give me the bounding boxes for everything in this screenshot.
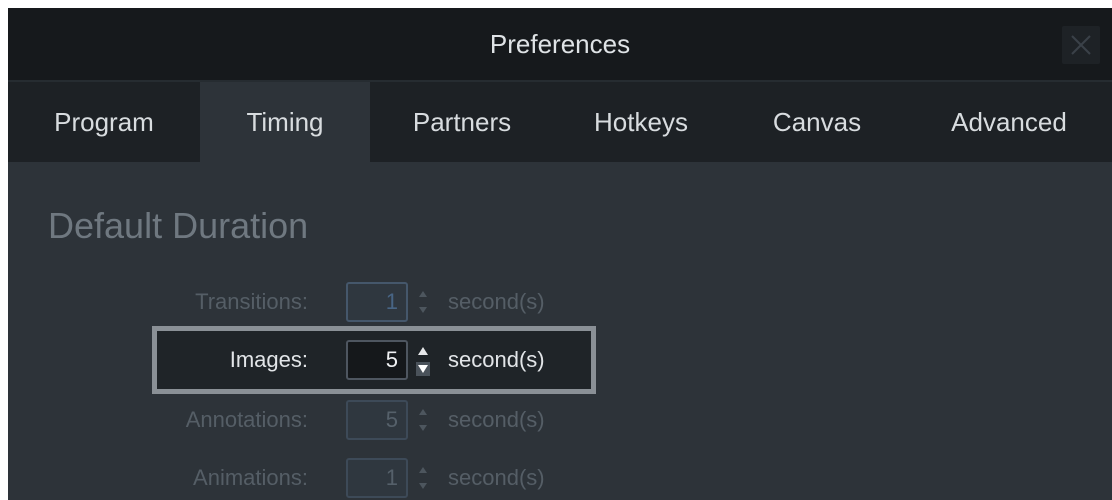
transitions-unit: second(s) [448, 289, 545, 314]
images-unit: second(s) [448, 347, 545, 372]
annotations-label: Annotations: [185, 407, 308, 432]
tab-hotkeys[interactable]: Hotkeys [554, 82, 728, 162]
transitions-label: Transitions: [195, 289, 308, 314]
transitions-input[interactable]: 1 [346, 282, 408, 322]
stepper-arrows-icon [419, 409, 427, 431]
stepper-arrows-icon [419, 467, 427, 489]
animations-stepper[interactable] [414, 458, 432, 498]
animations-input[interactable]: 1 [346, 458, 408, 498]
animations-value: 1 [385, 465, 398, 490]
annotations-stepper[interactable] [414, 400, 432, 440]
tab-advanced[interactable]: Advanced [906, 82, 1112, 162]
animations-unit: second(s) [448, 465, 545, 490]
stepper-arrows-icon [419, 291, 427, 313]
window-title: Preferences [489, 29, 631, 59]
close-button[interactable] [1062, 26, 1100, 64]
preferences-dialog: Preferences Program Timing Partners Hotk… [8, 8, 1112, 500]
images-input[interactable]: 5 [346, 340, 408, 380]
animations-label: Animations: [193, 465, 308, 490]
duration-row-transitions: Transitions: 1 second(s) [8, 280, 1112, 324]
annotations-value: 5 [385, 407, 398, 432]
tab-canvas[interactable]: Canvas [728, 82, 906, 162]
close-icon [1071, 35, 1091, 55]
images-label: Images: [229, 347, 308, 372]
duration-row-annotations: Annotations: 5 second(s) [8, 398, 1112, 442]
duration-row-animations: Animations: 1 second(s) [8, 456, 1112, 500]
tab-partners[interactable]: Partners [370, 82, 554, 162]
title-bar: Preferences [8, 8, 1112, 82]
tab-program[interactable]: Program [8, 82, 200, 162]
transitions-stepper[interactable] [414, 282, 432, 322]
annotations-unit: second(s) [448, 407, 545, 432]
section-title-default-duration: Default Duration [48, 205, 309, 246]
stepper-arrows-icon [416, 347, 430, 376]
images-stepper[interactable] [414, 340, 432, 380]
tab-timing[interactable]: Timing [200, 82, 370, 162]
tab-bar: Program Timing Partners Hotkeys Canvas A… [8, 82, 1112, 162]
images-value: 5 [385, 347, 398, 372]
transitions-value: 1 [385, 289, 398, 314]
duration-row-images: Images: 5 second(s) [8, 338, 1112, 382]
annotations-input[interactable]: 5 [346, 400, 408, 440]
